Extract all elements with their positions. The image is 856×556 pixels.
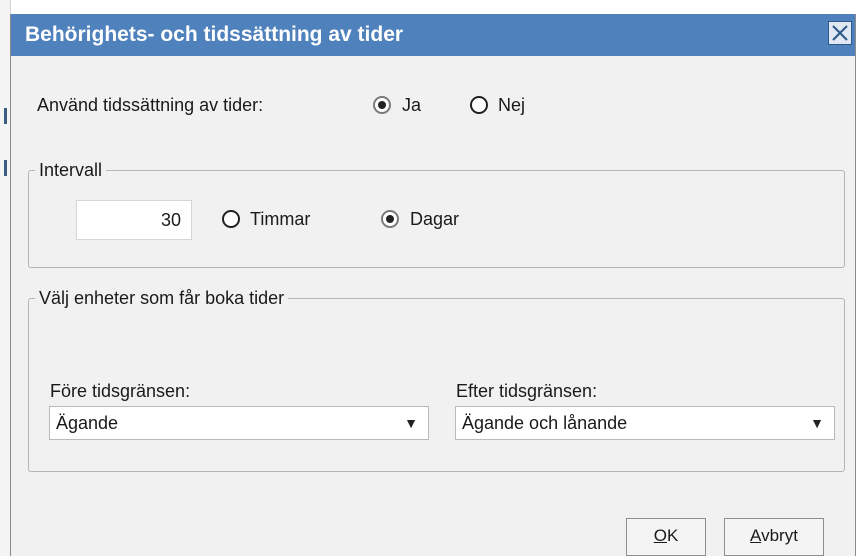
close-icon <box>832 25 848 41</box>
use-timing-no-radio[interactable] <box>470 96 488 114</box>
cancel-mnemonic: A <box>750 526 762 545</box>
chevron-down-icon[interactable]: ▼ <box>810 407 824 439</box>
cancel-label-rest: vbryt <box>761 526 798 545</box>
ok-button[interactable]: OK <box>626 518 706 556</box>
before-deadline-select[interactable]: Ägande ▼ <box>49 406 429 440</box>
use-timing-yes-radio[interactable] <box>373 96 391 114</box>
interval-hours-radio[interactable] <box>222 210 240 228</box>
interval-days-radio[interactable] <box>381 210 399 228</box>
use-timing-yes-label[interactable]: Ja <box>402 95 421 116</box>
background-marker <box>4 160 7 176</box>
interval-days-label[interactable]: Dagar <box>410 209 459 230</box>
chevron-down-icon[interactable]: ▼ <box>404 407 418 439</box>
interval-input[interactable]: 30 <box>76 200 192 240</box>
before-deadline-label: Före tidsgränsen: <box>50 381 191 401</box>
close-button[interactable] <box>828 21 852 45</box>
after-deadline-value: Ägande och lånande <box>462 413 628 433</box>
use-timing-no-label[interactable]: Nej <box>498 95 525 116</box>
after-deadline-label: Efter tidsgränsen: <box>456 381 598 401</box>
units-group: Välj enheter som får boka tider Före tid… <box>28 288 845 472</box>
timing-dialog: Behörighets- och tidssättning av tider A… <box>10 14 856 556</box>
background-marker <box>4 108 7 124</box>
ok-label-rest: K <box>666 526 679 545</box>
use-timing-label: Använd tidssättning av tider: <box>37 95 264 115</box>
interval-hours-label[interactable]: Timmar <box>250 209 310 230</box>
interval-group: Intervall 30 Timmar Dagar <box>28 160 845 268</box>
interval-legend: Intervall <box>35 160 107 181</box>
cancel-button[interactable]: Avbryt <box>724 518 824 556</box>
dialog-titlebar[interactable]: Behörighets- och tidssättning av tider <box>11 14 855 56</box>
units-legend: Välj enheter som får boka tider <box>35 288 289 309</box>
after-deadline-select[interactable]: Ägande och lånande ▼ <box>455 406 835 440</box>
before-deadline-value: Ägande <box>56 413 119 433</box>
ok-mnemonic: O <box>653 526 667 545</box>
dialog-title: Behörighets- och tidssättning av tider <box>25 23 404 46</box>
